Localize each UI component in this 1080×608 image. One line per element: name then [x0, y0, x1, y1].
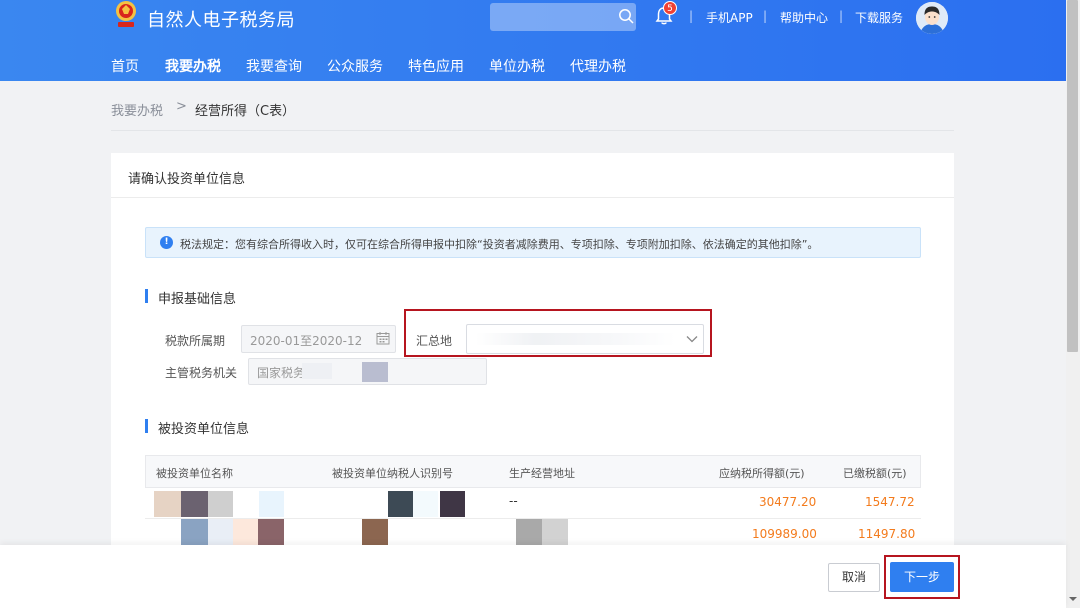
investees-title: 被投资单位信息 [158, 422, 250, 437]
redacted-block [259, 491, 284, 517]
column-header-tax-paid: 已缴税额(元) [843, 467, 907, 480]
card-divider [111, 197, 954, 198]
site-brand-title[interactable]: 自然人电子税务局 [147, 6, 295, 32]
address-cell: -- [509, 494, 518, 508]
nav-item-unit-tax[interactable]: 单位办税 [489, 56, 545, 76]
redacted-block [388, 491, 413, 517]
redacted-block [233, 519, 258, 545]
header-separator: | [763, 9, 768, 23]
help-center-link[interactable]: 帮助中心 [780, 9, 828, 26]
column-header-tax-id: 被投资单位纳税人识别号 [332, 467, 453, 480]
redacted-block [413, 491, 438, 517]
tax-period-value: 2020-01至2020-12 [250, 334, 363, 348]
column-header-taxable-income: 应纳税所得额(元) [719, 467, 805, 480]
taxable-income-cell: 109989.00 [752, 527, 817, 541]
redacted-block [362, 519, 388, 545]
info-icon: ! [160, 236, 173, 249]
tax-authority-value: 国家税务 [257, 366, 306, 380]
tax-paid-cell: 11497.80 [858, 527, 916, 541]
redacted-block [208, 491, 233, 517]
section-marker [145, 289, 148, 303]
user-avatar-icon [916, 2, 948, 34]
breadcrumb-parent[interactable]: 我要办税 [111, 100, 163, 119]
header-separator: | [839, 9, 844, 23]
redacted-block [542, 519, 568, 545]
scroll-down-arrow-icon[interactable] [1068, 594, 1078, 604]
breadcrumb-separator-icon: > [176, 99, 187, 114]
user-avatar[interactable] [916, 2, 948, 34]
search-input[interactable] [490, 3, 636, 31]
nav-item-featured-apps[interactable]: 特色应用 [408, 56, 464, 76]
redacted-block [181, 519, 208, 545]
breadcrumb-divider [111, 130, 954, 131]
highlight-frame [884, 555, 960, 599]
redacted-block [208, 519, 233, 545]
authority-label: 主管税务机关 [165, 366, 238, 380]
tax-emblem-logo [116, 1, 136, 27]
investor-info-card [111, 153, 954, 573]
calendar-icon[interactable] [376, 331, 390, 345]
cancel-button[interactable]: 取消 [828, 563, 880, 592]
mobile-app-link[interactable]: 手机APP [706, 9, 753, 26]
nav-item-query[interactable]: 我要查询 [246, 56, 302, 76]
redacted-block [154, 491, 181, 517]
nav-item-agent-tax[interactable]: 代理办税 [570, 56, 626, 76]
redacted-block [516, 519, 542, 545]
column-header-address: 生产经营地址 [509, 467, 575, 480]
card-title: 请确认投资单位信息 [128, 172, 246, 187]
nav-item-tax-handling[interactable]: 我要办税 [165, 56, 221, 76]
redacted-block [440, 491, 465, 517]
redacted-block [362, 362, 388, 382]
basic-info-title: 申报基础信息 [158, 292, 237, 307]
header-separator: | [689, 9, 694, 23]
notice-text: 税法规定：您有综合所得收入时，仅可在综合所得申报中扣除“投资者减除费用、专项扣除… [180, 238, 819, 251]
column-header-name: 被投资单位名称 [156, 467, 233, 480]
nav-item-public-service[interactable]: 公众服务 [327, 56, 383, 76]
redacted-block [181, 491, 208, 517]
redacted-block [302, 363, 332, 379]
tax-paid-cell: 1547.72 [865, 495, 915, 509]
scrollbar-thumb[interactable] [1067, 0, 1078, 352]
redacted-block [258, 519, 284, 545]
breadcrumb-current: 经营所得（C表） [195, 104, 296, 119]
taxable-income-cell: 30477.20 [759, 495, 817, 509]
highlight-frame [404, 309, 712, 357]
nav-item-home[interactable]: 首页 [111, 56, 139, 76]
period-label: 税款所属期 [165, 334, 226, 348]
section-marker [145, 419, 148, 433]
search-icon[interactable] [618, 8, 634, 24]
notification-badge: 5 [663, 1, 677, 15]
download-service-link[interactable]: 下载服务 [855, 9, 903, 26]
